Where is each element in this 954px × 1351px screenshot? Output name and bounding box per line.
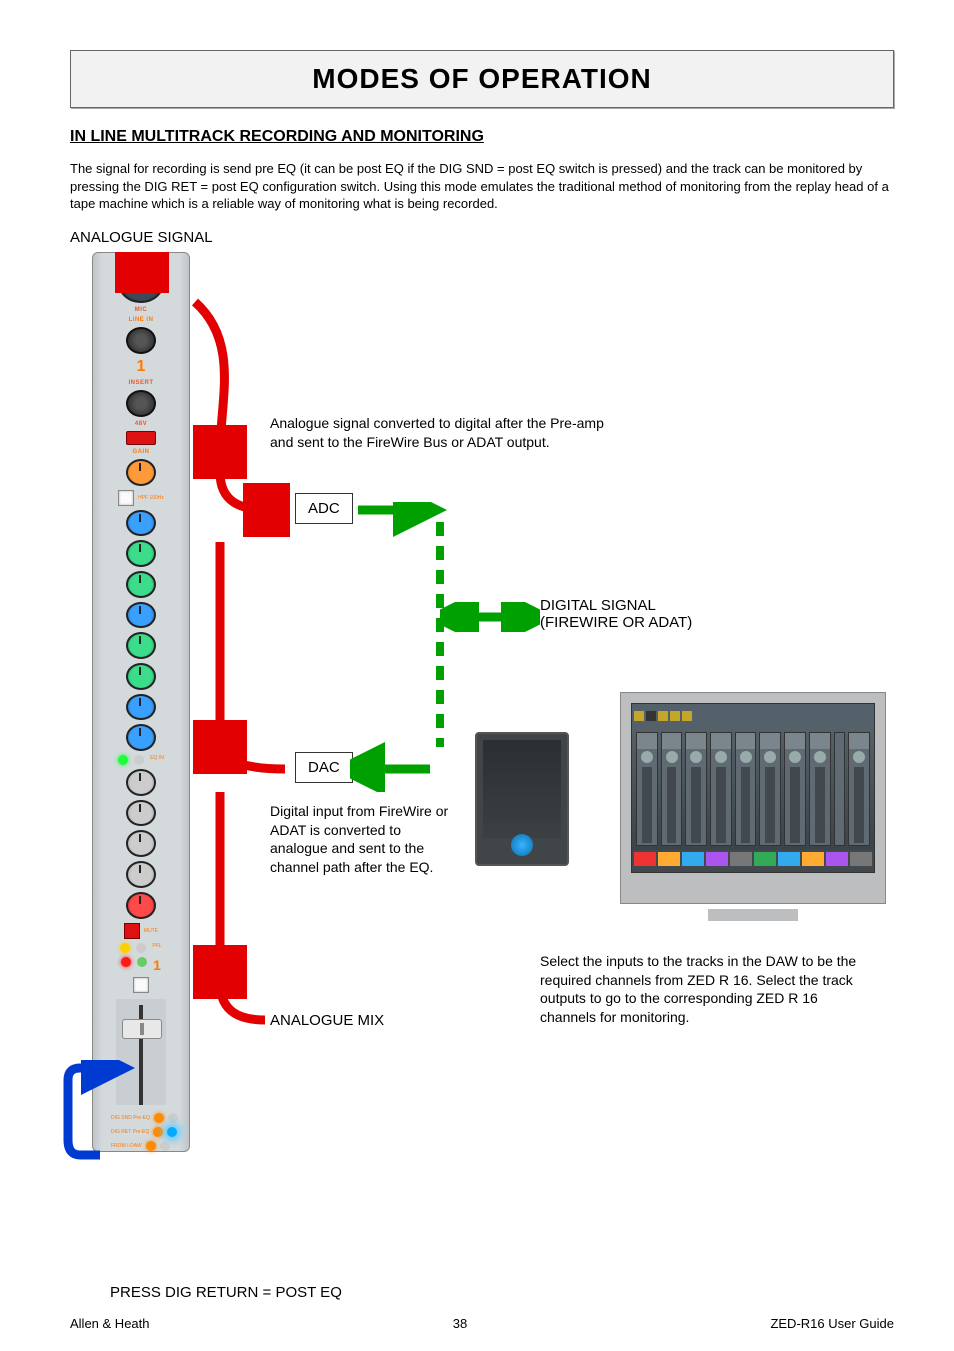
section-heading: IN LINE MULTITRACK RECORDING AND MONITOR… — [70, 128, 894, 146]
adc-callout: Analogue signal converted to digital aft… — [270, 414, 630, 452]
dac-box: DAC — [295, 752, 353, 783]
red-flow-arrows — [70, 252, 290, 1152]
daw-monitor-icon — [620, 692, 886, 904]
digital-signal-line2: (FIREWIRE OR ADAT) — [540, 614, 692, 631]
page-footer: Allen & Heath 38 ZED-R16 User Guide — [70, 1316, 894, 1331]
press-dig-return-label: PRESS DIG RETURN = POST EQ — [110, 1284, 342, 1301]
footer-left: Allen & Heath — [70, 1316, 150, 1331]
intro-paragraph: The signal for recording is send pre EQ … — [70, 160, 894, 213]
analogue-signal-label: ANALOGUE SIGNAL — [70, 229, 894, 246]
title-bar: MODES OF OPERATION — [70, 50, 894, 108]
dac-callout: Digital input from FireWire or ADAT is c… — [270, 802, 460, 878]
adc-box: ADC — [295, 493, 353, 524]
digital-signal-label: DIGITAL SIGNAL (FIREWIRE OR ADAT) — [540, 597, 692, 631]
green-double-arrow — [440, 602, 540, 632]
analogue-mix-label: ANALOGUE MIX — [270, 1012, 384, 1029]
page-title: MODES OF OPERATION — [71, 63, 893, 95]
diagram: MIC LINE IN 1 INSERT 48V GAIN HPF 100Hz — [70, 252, 894, 1172]
blue-hook-arrow — [60, 1060, 140, 1160]
daw-callout: Select the inputs to the tracks in the D… — [540, 952, 870, 1028]
footer-right: ZED-R16 User Guide — [770, 1316, 894, 1331]
footer-page-number: 38 — [453, 1316, 467, 1331]
computer-tower-icon — [475, 732, 569, 866]
digital-signal-line1: DIGITAL SIGNAL — [540, 597, 656, 614]
